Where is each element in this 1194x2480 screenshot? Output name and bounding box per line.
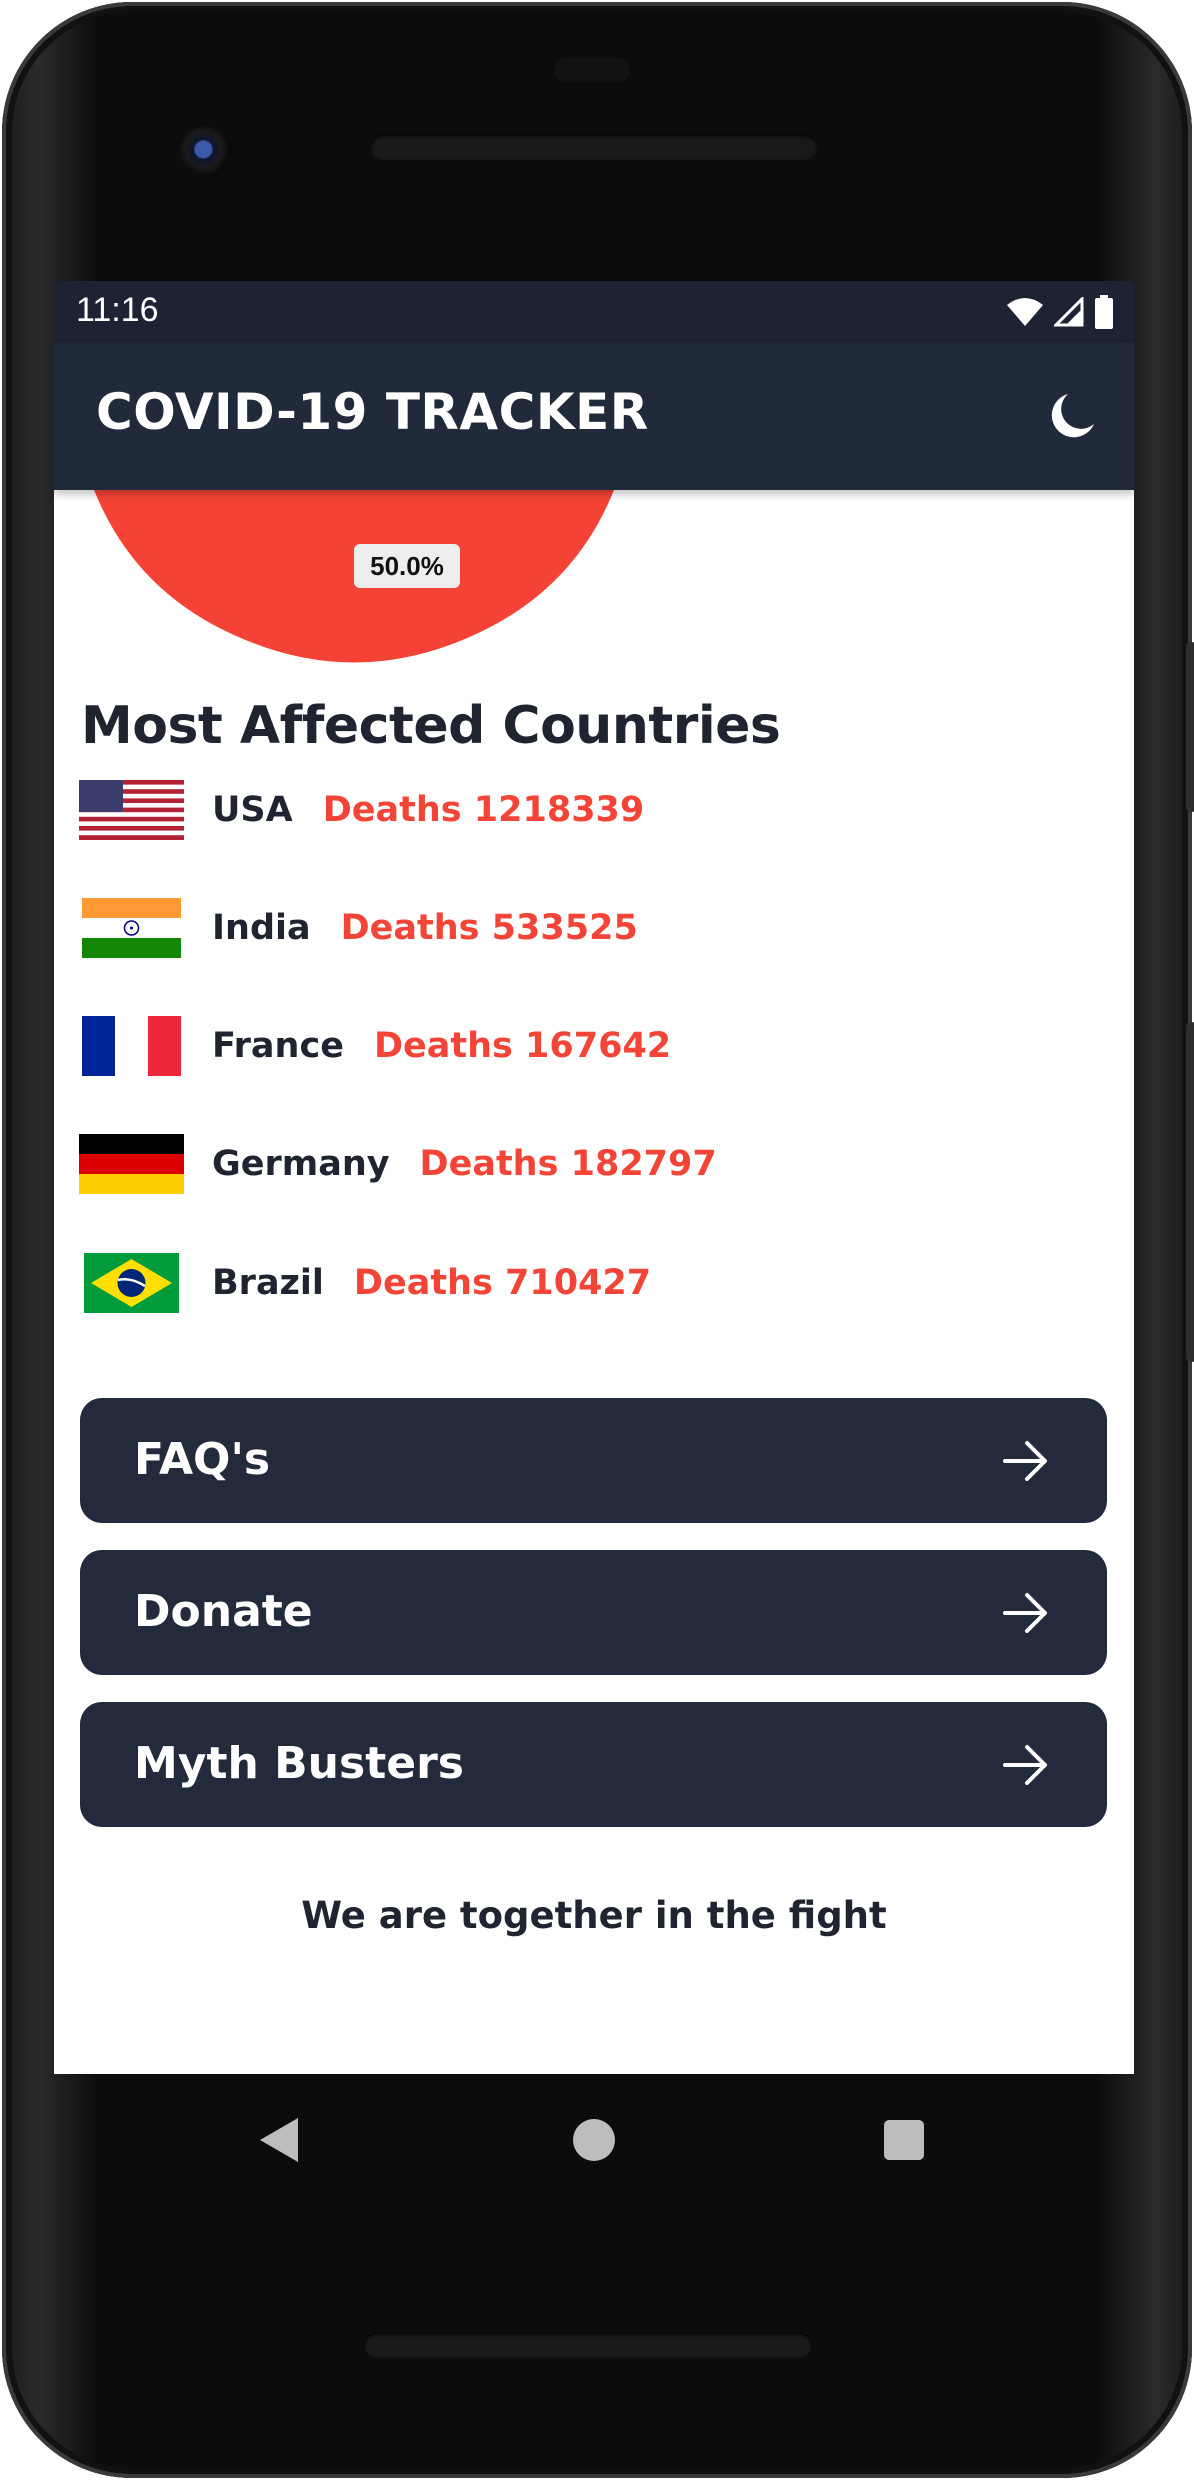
myth-busters-label: Myth Busters [134,1738,464,1789]
status-bar: 11:16 [54,281,1134,343]
india-flag-icon [82,898,181,958]
app-bar: COVID-19 TRACKER [54,343,1134,490]
brazil-flag-icon [84,1253,179,1313]
home-circle-icon[interactable] [573,2119,615,2161]
france-flag-icon [82,1016,181,1076]
donate-label: Donate [134,1586,313,1637]
phone-frame: 11:16 COVID-19 TRACKER 50.0% Most Affect… [2,2,1194,2478]
wifi-icon [1007,298,1043,326]
moon-icon[interactable] [1044,388,1100,444]
country-deaths: Deaths 167642 [373,1026,672,1066]
arrow-right-icon [1003,1441,1047,1481]
arrow-right-icon [1003,1745,1047,1785]
country-deaths: Deaths 1218339 [322,790,645,830]
faqs-label: FAQ's [134,1434,271,1485]
section-title: Most Affected Countries [81,696,781,756]
country-name: France [212,1026,344,1066]
volume-rocker [1186,1022,1194,1362]
earpiece-speaker [370,134,818,160]
recents-square-icon[interactable] [884,2120,924,2160]
country-name: India [212,908,311,948]
country-name: Brazil [212,1263,324,1303]
power-button [1186,642,1194,812]
country-deaths: Deaths 533525 [340,908,638,948]
pie-slice-label: 50.0% [354,544,460,588]
country-row-germany: Germany Deaths 182797 [79,1132,717,1196]
pie-chart [94,490,614,663]
country-row-france: France Deaths 167642 [79,1014,671,1078]
app-title: COVID-19 TRACKER [96,383,649,441]
back-triangle-icon[interactable] [258,2116,300,2164]
country-row-brazil: Brazil Deaths 710427 [79,1251,651,1315]
country-name: Germany [212,1144,390,1184]
footer-text: We are together in the fight [301,1894,887,1937]
front-camera-icon [180,126,232,178]
country-deaths: Deaths 710427 [353,1263,652,1303]
country-name: USA [212,790,293,830]
myth-busters-button[interactable]: Myth Busters [80,1702,1107,1827]
status-icons [1006,293,1114,331]
country-row-usa: USA Deaths 1218339 [79,778,644,842]
usa-flag-icon [79,780,184,840]
cell-signal-icon [1054,297,1084,327]
proximity-sensor [554,58,630,82]
arrow-right-icon [1003,1593,1047,1633]
donate-button[interactable]: Donate [80,1550,1107,1675]
country-deaths: Deaths 182797 [419,1144,717,1184]
main-content: 50.0% Most Affected Countries USA Deaths… [54,490,1134,2074]
country-row-india: India Deaths 533525 [79,896,638,960]
bottom-speaker [364,2332,812,2358]
battery-icon [1095,295,1113,329]
screen: 11:16 COVID-19 TRACKER 50.0% Most Affect… [54,281,1134,2074]
germany-flag-icon [79,1134,184,1194]
status-time: 11:16 [76,291,159,329]
faqs-button[interactable]: FAQ's [80,1398,1107,1523]
